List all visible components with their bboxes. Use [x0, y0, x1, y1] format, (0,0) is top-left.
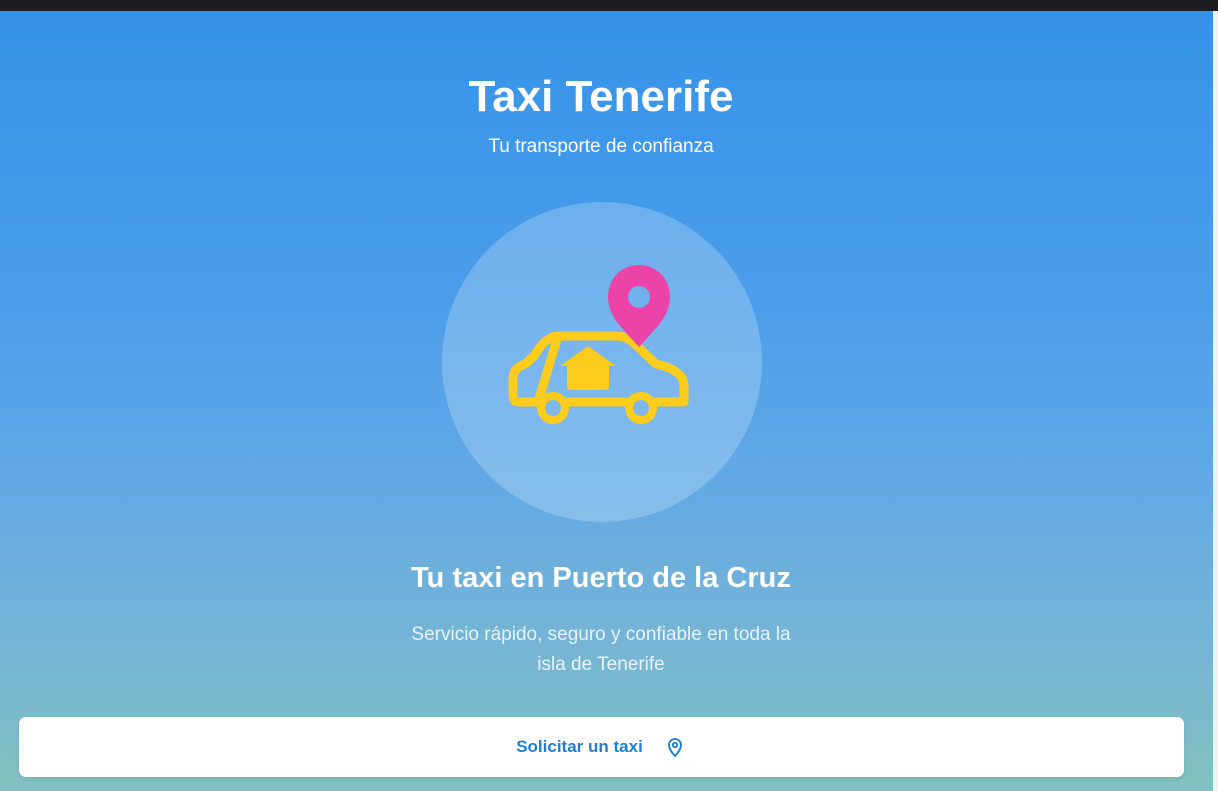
request-taxi-label: Solicitar un taxi [516, 737, 643, 756]
map-pin-icon [663, 735, 687, 759]
hero-headline: Tu taxi en Puerto de la Cruz [411, 562, 791, 594]
house-icon [560, 346, 616, 390]
app-title: Taxi Tenerife [468, 72, 734, 121]
scrollbar-track [1213, 11, 1218, 791]
window-top-bar [0, 0, 1218, 11]
request-taxi-button[interactable]: Solicitar un taxi [19, 717, 1184, 777]
hero-description: Servicio rápido, seguro y confiable en t… [411, 624, 791, 675]
app-tagline: Tu transporte de confianza [488, 136, 714, 157]
hero-illustration [508, 265, 689, 424]
